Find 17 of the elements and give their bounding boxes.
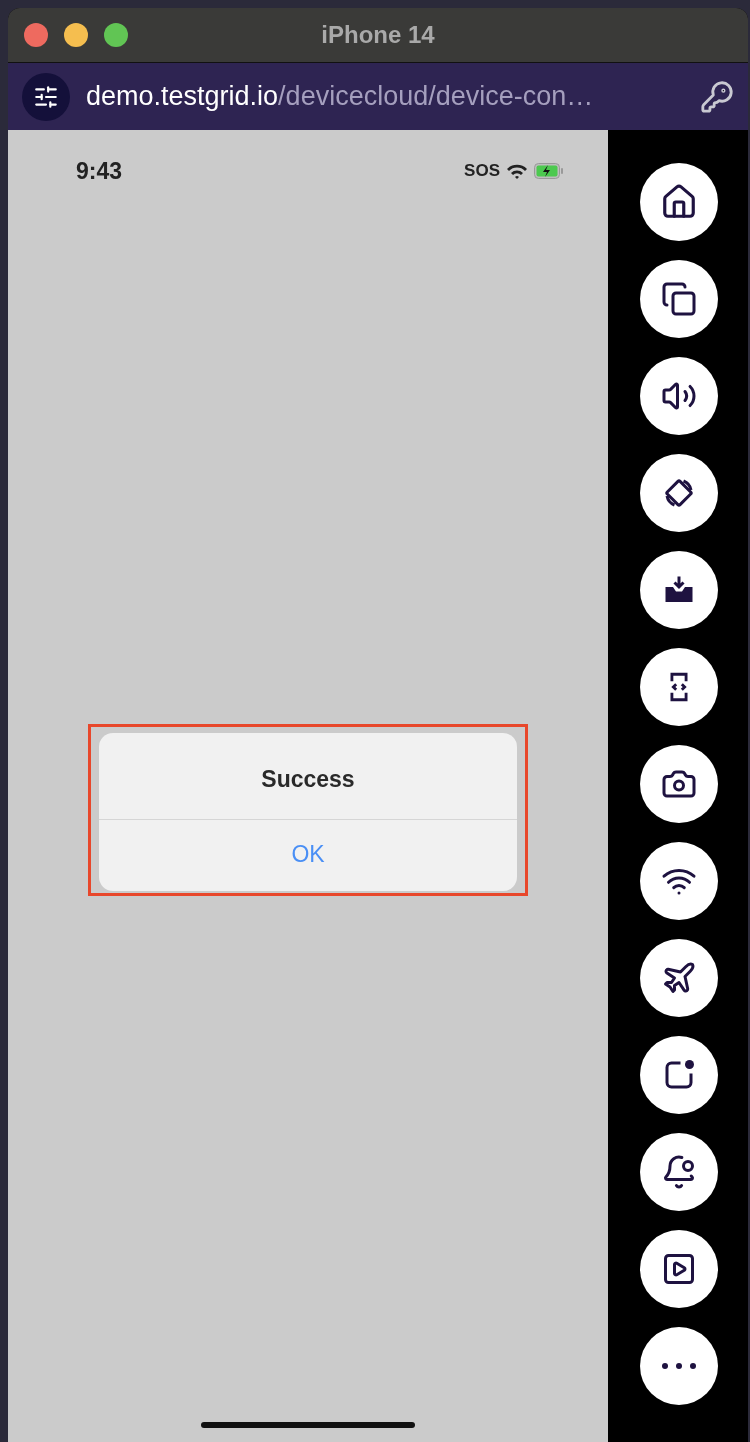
ok-button[interactable]: OK <box>99 820 517 891</box>
status-time: 9:43 <box>76 157 124 185</box>
more-icon <box>661 1363 696 1369</box>
key-icon[interactable] <box>700 79 734 114</box>
site-settings-button[interactable] <box>22 72 70 121</box>
battery-icon <box>534 163 564 179</box>
window-title: iPhone 14 <box>321 21 435 49</box>
url-path: /devicecloud/device-con… <box>278 81 595 112</box>
wifi-icon <box>506 162 528 180</box>
minimize-button[interactable] <box>64 23 88 47</box>
overlapping-squares-icon <box>660 281 697 317</box>
sliders-icon <box>33 83 59 110</box>
zoom-button[interactable] <box>104 23 128 47</box>
url-host: demo.testgrid.io <box>86 81 279 112</box>
status-carrier: SOS <box>464 161 500 181</box>
alert-title: Success <box>99 733 517 820</box>
close-button[interactable] <box>24 23 48 47</box>
